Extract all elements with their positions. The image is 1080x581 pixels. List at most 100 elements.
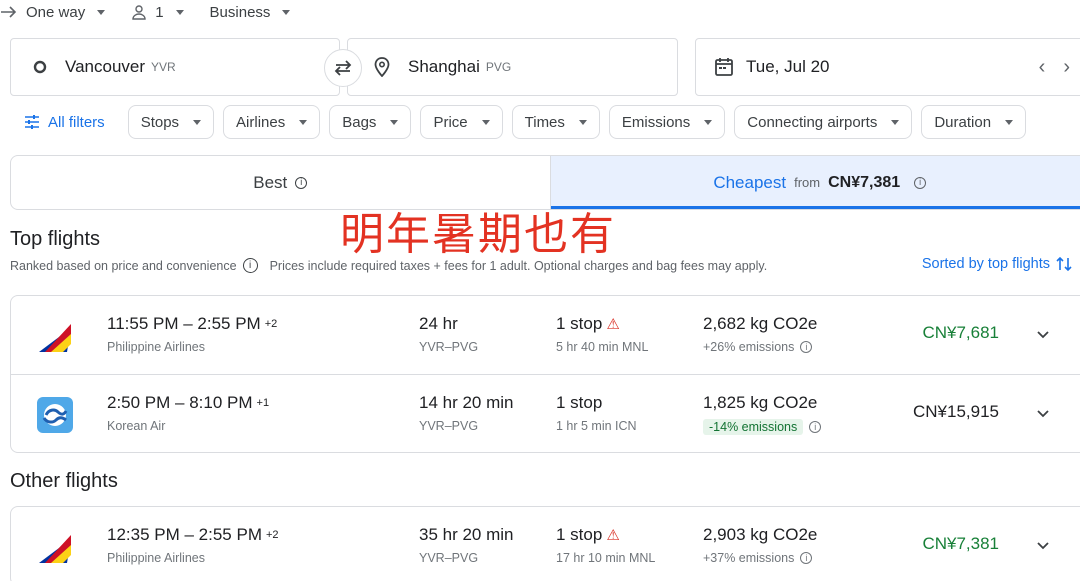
caret-down-icon	[193, 119, 202, 125]
warning-icon: ⚠	[606, 316, 620, 333]
info-icon[interactable]: i	[914, 176, 927, 189]
flight-duration: 14 hr 20 min	[419, 393, 514, 412]
tab-cheapest[interactable]: Cheapest from CN¥7,381 i	[549, 156, 1080, 209]
layover-info: 5 hr 40 min MNL	[556, 340, 649, 354]
flight-price: CN¥7,381	[922, 534, 999, 553]
filters-bar: All filters Stops Airlines Bags Price Ti…	[10, 105, 1027, 139]
info-icon[interactable]: i	[800, 341, 813, 353]
stops-count: 1 stop	[556, 525, 603, 544]
filter-chip-label: Duration	[934, 113, 992, 131]
caret-down-icon	[1005, 119, 1014, 125]
flight-row[interactable]: 12:35 PM – 2:55 PM +2 Philippine Airlines…	[11, 507, 1080, 581]
emissions-delta: +37% emissions	[703, 551, 795, 565]
sort-icon	[1056, 256, 1072, 272]
co2-amount: 2,682 kg CO2e	[703, 314, 818, 333]
chevron-down-icon[interactable]	[1035, 405, 1051, 421]
flight-price: CN¥15,915	[912, 402, 999, 421]
day-offset: +1	[256, 397, 270, 409]
caret-down-icon	[175, 9, 184, 15]
filter-chip-times[interactable]: Times	[511, 105, 600, 139]
flight-duration: 35 hr 20 min	[419, 525, 514, 544]
emissions-delta: +26% emissions	[703, 340, 795, 354]
departure-date: Tue, Jul 20	[746, 57, 830, 76]
chevron-down-icon[interactable]	[1035, 326, 1051, 342]
flight-row[interactable]: 2:50 PM – 8:10 PM +1 Korean Air 14 hr 20 …	[11, 374, 1080, 452]
airline-name: Philippine Airlines	[107, 551, 205, 565]
filter-chip-label: Airlines	[236, 113, 286, 131]
filter-chip-price[interactable]: Price	[420, 105, 503, 139]
flight-row[interactable]: 11:55 PM – 2:55 PM +2 Philippine Airlines…	[11, 296, 1080, 374]
time-range: 2:50 PM – 8:10 PM	[107, 393, 253, 412]
info-icon[interactable]: i	[809, 421, 822, 433]
swap-icon	[334, 60, 352, 76]
from-label: from	[794, 175, 821, 190]
calendar-icon	[715, 58, 733, 76]
trip-type-select[interactable]: One way	[0, 4, 106, 21]
filter-chip-connecting-airports[interactable]: Connecting airports	[734, 105, 913, 139]
airline-name: Philippine Airlines	[107, 340, 205, 354]
philippine-airlines-logo	[39, 535, 71, 563]
location-pin-icon	[374, 57, 390, 77]
caret-down-icon	[390, 119, 399, 125]
ranking-note: Ranked based on price and convenience i …	[10, 258, 767, 273]
passengers-select[interactable]: 1	[131, 3, 184, 21]
sorted-by-label: Sorted by top flights	[921, 256, 1050, 272]
other-flights-list: 12:35 PM – 2:55 PM +2 Philippine Airlines…	[10, 506, 1080, 581]
origin-field[interactable]: Vancouver YVR	[10, 38, 340, 96]
top-flights-heading: Top flights	[10, 228, 101, 250]
stops-count: 1 stop	[556, 393, 603, 412]
co2-amount: 2,903 kg CO2e	[703, 525, 818, 544]
filter-chip-emissions[interactable]: Emissions	[608, 105, 726, 139]
filter-chip-label: Stops	[140, 113, 180, 131]
filter-chip-airlines[interactable]: Airlines	[223, 105, 321, 139]
passengers-count: 1	[155, 3, 164, 21]
ranking-note-text: Ranked based on price and convenience	[10, 258, 237, 273]
filter-chip-label: Price	[433, 113, 468, 131]
destination-code: PVG	[485, 60, 512, 74]
caret-down-icon	[299, 119, 308, 125]
sorted-by-button[interactable]: Sorted by top flights	[922, 256, 1072, 272]
origin-code: YVR	[151, 60, 176, 74]
emissions-badge: -14% emissions	[703, 419, 804, 435]
filter-chip-stops[interactable]: Stops	[127, 105, 215, 139]
warning-icon: ⚠	[606, 527, 620, 544]
stops-count: 1 stop	[556, 314, 603, 333]
filter-chip-bags[interactable]: Bags	[329, 105, 412, 139]
chevron-down-icon[interactable]	[1035, 537, 1051, 553]
co2-amount: 1,825 kg CO2e	[703, 393, 818, 412]
swap-button[interactable]	[324, 49, 362, 87]
info-icon[interactable]: i	[242, 258, 258, 273]
flight-times: 11:55 PM – 2:55 PM +2	[107, 314, 277, 334]
caret-down-icon	[282, 9, 291, 15]
tab-cheapest-label: Cheapest	[713, 172, 787, 192]
caret-down-icon	[97, 9, 106, 15]
filter-chip-duration[interactable]: Duration	[921, 105, 1027, 139]
filter-chip-label: Connecting airports	[747, 113, 878, 131]
tab-best-label: Best	[253, 172, 288, 192]
origin-city: Vancouver	[65, 57, 146, 76]
next-date-icon[interactable]: ›	[1063, 56, 1070, 78]
info-icon[interactable]: i	[800, 552, 813, 564]
price-note-text: Prices include required taxes + fees for…	[269, 258, 768, 273]
previous-date-icon[interactable]: ‹	[1039, 56, 1046, 78]
tune-icon	[25, 115, 39, 129]
caret-down-icon	[704, 119, 713, 125]
caret-down-icon	[578, 119, 587, 125]
time-range: 11:55 PM – 2:55 PM	[107, 314, 261, 333]
destination-field[interactable]: Shanghai PVG	[347, 38, 678, 96]
all-filters-label: All filters	[48, 113, 105, 131]
person-icon	[132, 5, 146, 20]
destination-city: Shanghai	[408, 57, 480, 76]
time-range: 12:35 PM – 2:55 PM	[107, 525, 262, 544]
departure-date-field[interactable]: Tue, Jul 20 ‹ ›	[695, 38, 1080, 96]
cabin-class-label: Business	[209, 3, 271, 21]
all-filters-button[interactable]: All filters	[24, 114, 105, 131]
info-icon[interactable]: i	[295, 176, 308, 189]
flight-route: YVR–PVG	[419, 551, 479, 565]
origin-circle-icon	[33, 60, 47, 74]
filter-chip-label: Times	[524, 113, 565, 131]
cabin-class-select[interactable]: Business	[210, 4, 291, 21]
caret-down-icon	[481, 119, 490, 125]
top-flights-list: 11:55 PM – 2:55 PM +2 Philippine Airlines…	[10, 295, 1080, 453]
layover-info: 17 hr 10 min MNL	[556, 551, 656, 565]
